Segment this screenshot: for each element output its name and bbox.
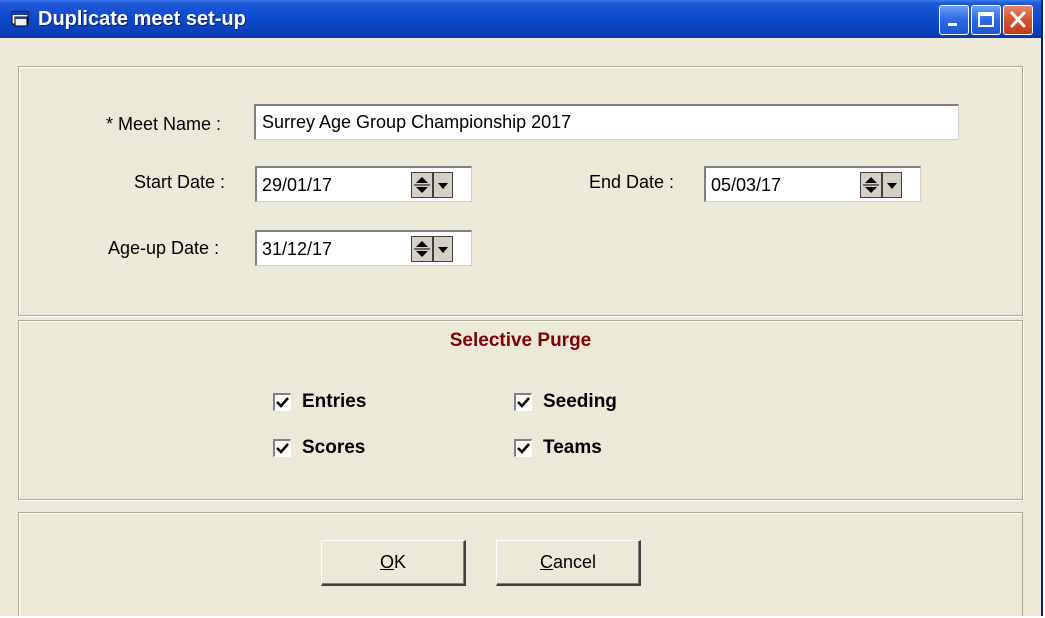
close-icon (1010, 11, 1026, 28)
selective-purge-title: Selective Purge (449, 330, 592, 351)
start-date-dropdown[interactable] (433, 172, 453, 198)
minimize-button[interactable] (939, 5, 969, 35)
start-date-value: 29/01/17 (262, 175, 333, 195)
seeding-checkbox[interactable]: Seeding (514, 391, 617, 413)
entries-checkbox-box[interactable] (273, 393, 291, 411)
scores-checkbox[interactable]: Scores (273, 437, 365, 459)
end-date-spinner[interactable] (860, 172, 882, 198)
title-bar[interactable]: Duplicate meet set-up (0, 0, 1041, 38)
minimize-icon (948, 23, 957, 26)
meet-name-input[interactable]: Surrey Age Group Championship 2017 (254, 104, 959, 140)
entries-label: Entries (302, 391, 367, 412)
cancel-mnemonic: C (539, 552, 553, 572)
seeding-checkbox-box[interactable] (514, 393, 532, 411)
checkmark-icon (276, 443, 289, 454)
start-date-label: Start Date : (134, 172, 226, 192)
seeding-label: Seeding (543, 391, 617, 412)
ok-button[interactable]: OK (321, 540, 466, 586)
dropdown-arrow-icon (438, 183, 448, 189)
checkmark-icon (517, 397, 530, 408)
start-date-spinner[interactable] (411, 172, 433, 198)
ageup-date-label: Age-up Date : (108, 238, 220, 258)
end-date-value: 05/03/17 (711, 175, 782, 195)
scores-label: Scores (302, 437, 366, 458)
teams-checkbox[interactable]: Teams (514, 437, 602, 459)
close-button[interactable] (1003, 5, 1033, 35)
entries-checkbox[interactable]: Entries (273, 391, 366, 413)
maximize-button[interactable] (971, 5, 1001, 35)
cancel-button[interactable]: Cancel (496, 540, 641, 586)
end-date-picker[interactable]: 05/03/17 (704, 166, 921, 202)
ageup-date-value: 31/12/17 (262, 239, 333, 259)
ageup-date-spinner[interactable] (411, 236, 433, 262)
maximize-icon (978, 12, 994, 27)
dropdown-arrow-icon (438, 247, 448, 253)
meet-name-label: * Meet Name : (106, 114, 222, 134)
ok-mnemonic: O (379, 552, 394, 572)
ageup-date-picker[interactable]: 31/12/17 (255, 230, 472, 266)
teams-label: Teams (543, 437, 602, 458)
scores-checkbox-box[interactable] (273, 439, 291, 457)
spin-arrows-icon (414, 241, 430, 257)
end-date-label: End Date : (589, 172, 675, 192)
window-title: Duplicate meet set-up (38, 8, 246, 30)
ageup-date-dropdown[interactable] (433, 236, 453, 262)
start-date-picker[interactable]: 29/01/17 (255, 166, 472, 202)
end-date-dropdown[interactable] (882, 172, 902, 198)
checkmark-icon (517, 443, 530, 454)
ok-label-rest: K (394, 552, 407, 572)
spin-arrows-icon (863, 177, 879, 193)
app-icon (11, 10, 31, 28)
cancel-label-rest: ancel (552, 552, 597, 572)
spin-arrows-icon (414, 177, 430, 193)
dialog-window: Duplicate meet set-up * Meet Name : Surr… (0, 0, 1043, 616)
dropdown-arrow-icon (887, 183, 897, 189)
teams-checkbox-box[interactable] (514, 439, 532, 457)
checkmark-icon (276, 397, 289, 408)
